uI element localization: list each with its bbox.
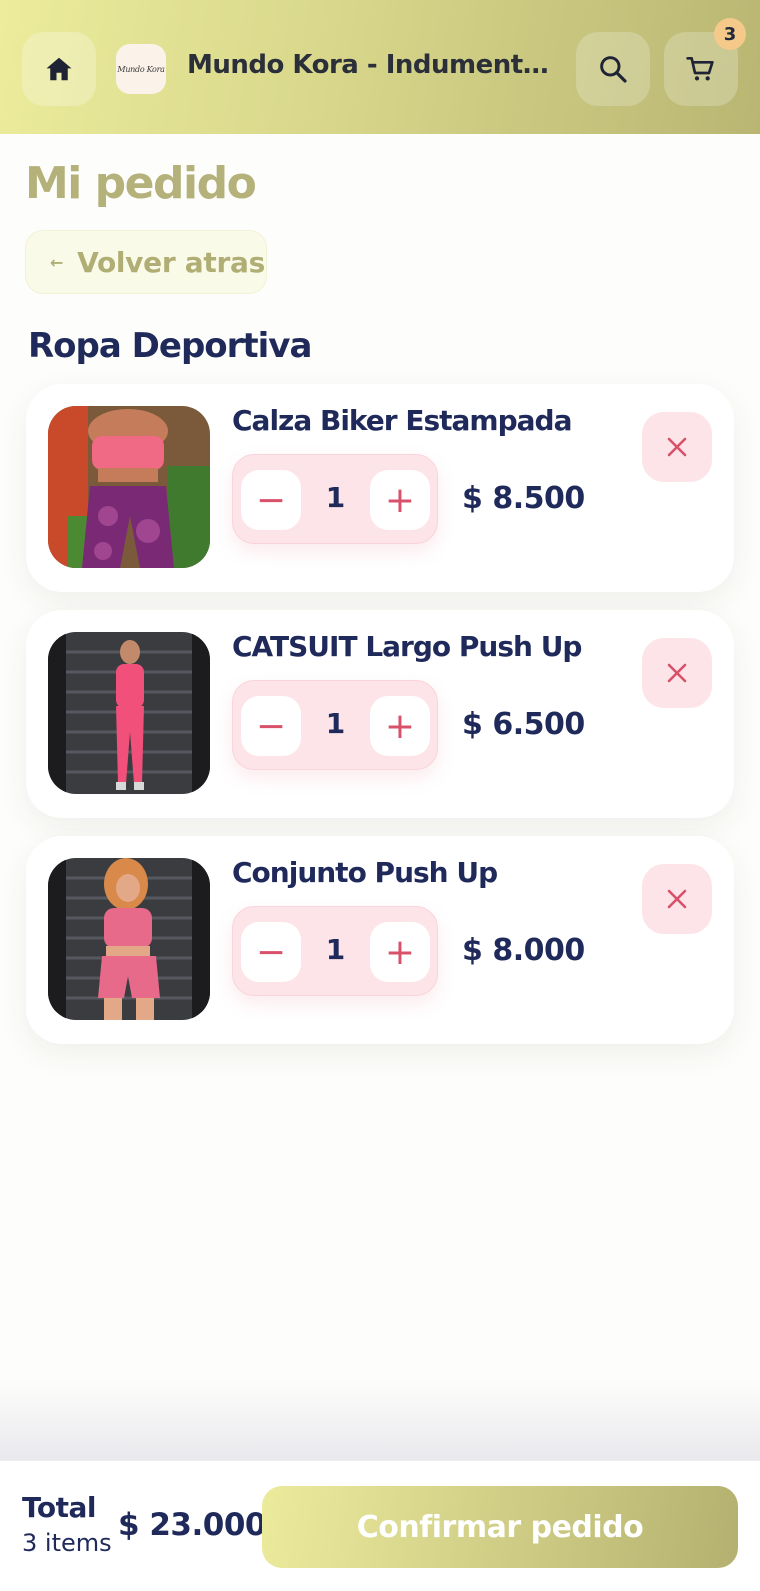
- plus-icon: +: [384, 931, 416, 973]
- close-icon: [667, 437, 687, 457]
- quantity-stepper: − 1 +: [232, 906, 438, 996]
- search-icon: [600, 56, 627, 83]
- product-price: $ 8.500: [462, 481, 585, 516]
- product-price: $ 8.000: [462, 933, 585, 968]
- items-count: 3 items: [22, 1529, 112, 1557]
- home-icon: [46, 57, 72, 81]
- cart-count-badge: 3: [714, 18, 746, 50]
- quantity-value: 1: [325, 707, 346, 740]
- remove-item-button[interactable]: [642, 638, 712, 708]
- confirm-order-button[interactable]: Confirmar pedido: [262, 1486, 738, 1568]
- store-logo: Mundo Kora: [116, 44, 166, 94]
- quantity-stepper: − 1 +: [232, 680, 438, 770]
- total-value: $ 23.000: [118, 1507, 267, 1543]
- quantity-value: 1: [325, 481, 346, 514]
- increase-button[interactable]: +: [370, 922, 430, 982]
- decrease-button[interactable]: −: [241, 696, 301, 756]
- cart-item: Calza Biker Estampada − 1 + $ 8.500: [26, 384, 734, 592]
- home-button[interactable]: [22, 32, 96, 106]
- search-button[interactable]: [576, 32, 650, 106]
- product-image: [48, 406, 210, 568]
- remove-item-button[interactable]: [642, 864, 712, 934]
- increase-button[interactable]: +: [370, 696, 430, 756]
- app-header: Mundo Kora Mundo Kora - Indumentaria... …: [0, 0, 760, 134]
- checkout-footer: Total 3 items $ 23.000 Confirmar pedido: [0, 1460, 760, 1591]
- cart-icon: [686, 57, 714, 81]
- close-icon: [667, 889, 687, 909]
- product-name: Conjunto Push Up: [232, 856, 498, 889]
- decrease-button[interactable]: −: [241, 470, 301, 530]
- footer-shadow: [0, 1380, 760, 1460]
- store-name: Mundo Kora - Indumentaria...: [187, 50, 557, 80]
- section-title: Ropa Deportiva: [28, 326, 312, 366]
- total-label: Total: [22, 1491, 97, 1524]
- arrow-left-icon: ←: [50, 252, 64, 272]
- minus-icon: −: [255, 931, 287, 973]
- page-title: Mi pedido: [25, 158, 257, 209]
- plus-icon: +: [384, 705, 416, 747]
- back-button-label: Volver atras: [77, 245, 265, 279]
- product-name: CATSUIT Largo Push Up: [232, 630, 582, 663]
- cart-item: CATSUIT Largo Push Up − 1 + $ 6.500: [26, 610, 734, 818]
- remove-item-button[interactable]: [642, 412, 712, 482]
- product-price: $ 6.500: [462, 707, 585, 742]
- product-name: Calza Biker Estampada: [232, 404, 572, 437]
- decrease-button[interactable]: −: [241, 922, 301, 982]
- close-icon: [667, 663, 687, 683]
- quantity-value: 1: [325, 933, 346, 966]
- back-button[interactable]: ← Volver atras: [25, 230, 267, 294]
- cart-item: Conjunto Push Up − 1 + $ 8.000: [26, 836, 734, 1044]
- product-image: [48, 858, 210, 1020]
- quantity-stepper: − 1 +: [232, 454, 438, 544]
- increase-button[interactable]: +: [370, 470, 430, 530]
- plus-icon: +: [384, 479, 416, 521]
- logo-text: Mundo Kora: [117, 64, 165, 74]
- minus-icon: −: [255, 479, 287, 521]
- product-image: [48, 632, 210, 794]
- minus-icon: −: [255, 705, 287, 747]
